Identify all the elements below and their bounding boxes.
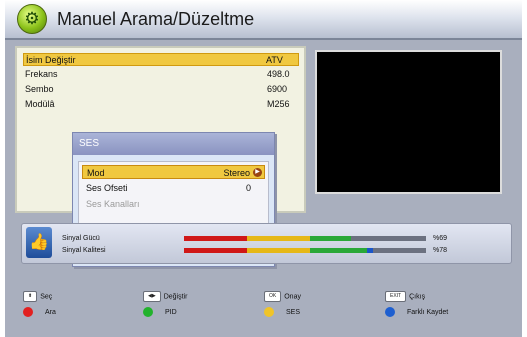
legend-pid-label: PID (165, 309, 177, 316)
signal-strength-label: Sinyal Gücü (62, 235, 100, 242)
legend-save-as-label: Farklı Kaydet (407, 309, 449, 316)
green-button-icon (143, 307, 153, 318)
legend-select-label: Seç (40, 293, 53, 301)
exit-key-icon: EXIT (385, 291, 407, 302)
signal-strength-value: %69 (433, 235, 448, 242)
settings-gear-icon: ⚙ (17, 4, 47, 34)
legend-pid: PID (143, 307, 177, 319)
list-item-value: 6900 (267, 84, 288, 94)
list-item-modulation[interactable]: Modülâ M256 (23, 98, 299, 111)
legend-audio-label: SES (286, 309, 301, 316)
popup-item-label: Ses Ofseti (86, 183, 128, 193)
popup-item-audio-channels: Ses Kanalları (82, 197, 265, 211)
red-button-icon (23, 307, 33, 318)
legend-ok: OK Onay (264, 291, 301, 303)
leftright-key-icon: ◀▶ (143, 291, 161, 302)
list-item-value: M256 (267, 99, 290, 109)
yellow-button-icon (264, 307, 274, 318)
popup-item-mode[interactable]: Mod Stereo ▶ (82, 165, 265, 179)
signal-panel: 👍 Sinyal Gücü %69 Sinyal Kalitesi %78 (21, 223, 512, 264)
updown-key-icon: ⬍ (23, 291, 38, 302)
list-item-rename[interactable]: İsim Değiştir ATV (23, 53, 299, 66)
arrow-right-icon[interactable]: ▶ (253, 168, 262, 177)
signal-strength-fill (184, 236, 351, 241)
legend-select: ⬍ Seç (23, 291, 52, 303)
signal-quality-tip (366, 248, 373, 253)
legend-ok-label: Onay (284, 293, 301, 301)
legend-search-label: Ara (45, 309, 56, 316)
signal-quality-value: %78 (433, 247, 448, 254)
ok-key-icon: OK (264, 291, 282, 302)
blue-button-icon (385, 307, 395, 318)
legend-save-as: Farklı Kaydet (385, 307, 448, 319)
signal-quality-bar (184, 248, 426, 253)
list-item-label: Sembo (25, 84, 54, 94)
signal-quality-fill (184, 248, 373, 253)
popup-title: SES (73, 133, 274, 155)
list-item-label: İsim Değiştir (26, 55, 76, 65)
list-item-symbol-rate[interactable]: Sembo 6900 (23, 83, 299, 96)
list-item-value: 498.0 (267, 69, 290, 79)
title-bar: ⚙ Manuel Arama/Düzeltme (5, 0, 522, 40)
signal-strength-bar (184, 236, 426, 241)
video-preview (315, 50, 502, 194)
list-item-label: Frekans (25, 69, 58, 79)
popup-item-value: 0 (245, 183, 251, 193)
popup-item-value: Stereo (223, 168, 250, 178)
popup-item-audio-offset[interactable]: Ses Ofseti 0 (82, 181, 265, 195)
legend-exit-label: Çıkış (409, 293, 426, 301)
legend-change-label: Değiştir (163, 293, 188, 301)
key-legend-bar: ⬍ Seç ◀▶ Değiştir OK Onay EXIT Çıkış Ara PID… (5, 282, 522, 337)
page-title: Manuel Arama/Düzeltme (57, 9, 255, 29)
list-item-label: Modülâ (25, 99, 55, 109)
popup-item-label: Mod (87, 168, 105, 178)
popup-item-label: Ses Kanalları (86, 199, 140, 209)
legend-audio: SES (264, 307, 300, 319)
list-item-frequency[interactable]: Frekans 498.0 (23, 68, 299, 81)
legend-search: Ara (23, 307, 56, 319)
content-area: İsim Değiştir ATV Frekans 498.0 Sembo 69… (15, 46, 510, 267)
thumbs-up-icon: 👍 (26, 227, 52, 258)
signal-quality-label: Sinyal Kalitesi (62, 247, 106, 254)
legend-exit: EXIT Çıkış (385, 291, 425, 303)
list-item-value: ATV (266, 55, 283, 65)
legend-change: ◀▶ Değiştir (143, 291, 187, 303)
